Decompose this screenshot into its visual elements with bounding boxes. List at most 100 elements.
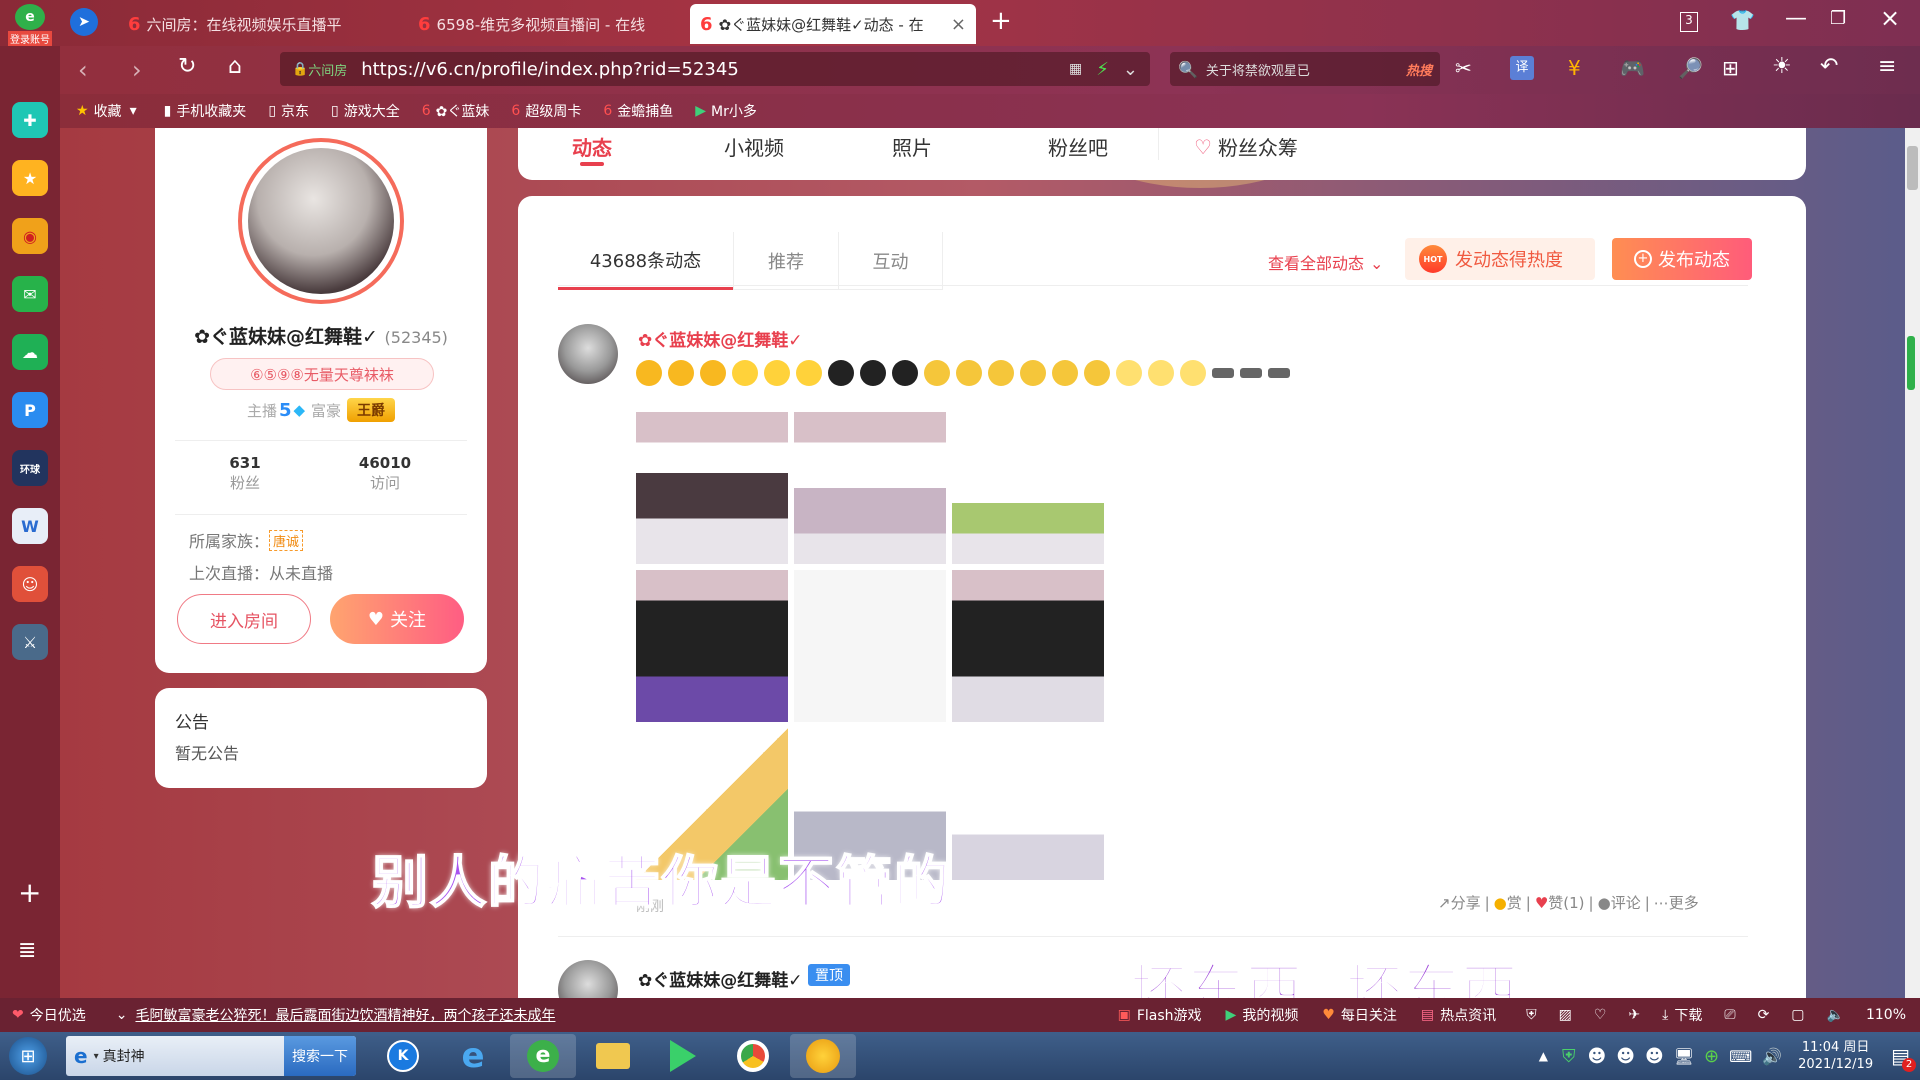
volume-icon[interactable]: 🔊 (1762, 1047, 1782, 1066)
scissors-icon[interactable]: ✂ (1455, 56, 1472, 80)
tab-count[interactable]: 3 (1680, 12, 1698, 32)
taskbar-ie-icon[interactable]: e (440, 1034, 506, 1078)
coupon-icon[interactable]: ¥ (1568, 56, 1581, 80)
shield-icon[interactable]: ⛨ (1526, 1007, 1537, 1023)
post-image[interactable] (636, 570, 788, 722)
qq-icon[interactable]: ☻ (1587, 1046, 1606, 1067)
qq-icon[interactable]: ☻ (1645, 1046, 1664, 1067)
hot-news-link[interactable]: 热点资讯 (1440, 1005, 1496, 1025)
taskbar-chrome-icon[interactable] (720, 1034, 786, 1078)
close-tab-icon[interactable]: × (951, 14, 966, 35)
family-badge[interactable]: 唐诚 (269, 529, 304, 551)
notification-center-icon[interactable]: ▤ 2 (1891, 1044, 1916, 1072)
enter-room-button[interactable]: 进入房间 (177, 594, 311, 644)
start-button[interactable]: ⊞ (0, 1032, 56, 1080)
download-link[interactable]: 下载 (1674, 1005, 1702, 1025)
new-tab-button[interactable]: + (990, 6, 1012, 36)
bookmark-weekly-card[interactable]: 6 超级周卡 (511, 101, 581, 121)
more-action[interactable]: ⋯更多 (1654, 892, 1699, 913)
add-tray-icon[interactable]: ⊕ (1704, 1046, 1719, 1067)
grid-apps-icon[interactable]: ⊞ (1722, 56, 1739, 80)
navigation-arrow-icon[interactable]: ➤ (70, 8, 98, 36)
network-icon[interactable]: 🖥 (1674, 1047, 1694, 1066)
minimize-button[interactable]: — (1785, 6, 1807, 31)
taskbar-app-icon[interactable] (790, 1034, 856, 1078)
reward-action[interactable]: ●赏 (1494, 892, 1522, 913)
hot-search-label[interactable]: 热搜 (1406, 60, 1432, 79)
comment-action[interactable]: ●评论 (1598, 892, 1641, 913)
post-image[interactable] (952, 728, 1104, 880)
plus-cross-icon[interactable]: ✚ (12, 102, 48, 138)
chevron-down-icon[interactable]: ⌄ (1123, 59, 1138, 80)
bookmark-profile[interactable]: 6 ✿ぐ蓝妹 (422, 101, 490, 121)
post-image[interactable] (636, 412, 788, 564)
volume-icon[interactable]: 🔈 (1827, 1007, 1844, 1023)
bookmark-favorites[interactable]: ★ 收藏 ▾ (76, 101, 142, 121)
tab-crowdfunding[interactable]: ♡ 粉丝众筹 (1194, 132, 1298, 161)
close-window-button[interactable]: × (1880, 4, 1900, 32)
post-author-name[interactable]: ✿ぐ蓝妹妹@红舞鞋✓ (638, 966, 803, 991)
bookmark-mr-xiaoduo[interactable]: ▶ Mr小多 (695, 101, 757, 121)
lightning-icon[interactable]: ⚡ (1096, 59, 1109, 80)
security-shield-icon[interactable]: ⛨ (1562, 1046, 1576, 1067)
cast-icon[interactable]: ⎚ (1724, 1007, 1735, 1023)
forward-button[interactable]: › (132, 56, 142, 84)
flash-games-link[interactable]: Flash游戏 (1137, 1005, 1202, 1025)
image-icon[interactable]: ▨ (1559, 1007, 1572, 1023)
bookmark-jd[interactable]: ▯ 京东 (268, 101, 309, 121)
feed-tab-all[interactable]: 43688条动态 (558, 232, 733, 290)
sidebar-list-icon[interactable]: ≣ (18, 938, 36, 963)
qq-icon[interactable]: ☻ (1616, 1046, 1635, 1067)
word-doc-icon[interactable]: W (12, 508, 48, 544)
visits-stat[interactable]: 46010 访问 (335, 454, 435, 493)
view-all-dropdown[interactable]: 查看全部动态 ⌄ (1268, 250, 1383, 274)
taskbar-browser-icon[interactable]: e (510, 1034, 576, 1078)
feed-tab-interaction[interactable]: 互动 (838, 232, 943, 290)
back-button[interactable]: ‹ (78, 56, 88, 84)
tab-liujianfang[interactable]: 6 六间房：在线视频娱乐直播平 (118, 4, 398, 44)
bookmark-games[interactable]: ▯ 游戏大全 (331, 101, 400, 121)
daily-link[interactable]: 每日关注 (1341, 1005, 1397, 1025)
warrior-game-icon[interactable]: ⚔ (12, 624, 48, 660)
weibo-icon[interactable]: ◉ (12, 218, 48, 254)
side-float-handle[interactable] (1907, 336, 1915, 390)
browser-logo[interactable]: e 登录账号 (6, 4, 54, 46)
tab-short-video[interactable]: 小视频 (724, 132, 784, 161)
tab-photos[interactable]: 照片 (892, 132, 932, 161)
undo-icon[interactable]: ↶ (1820, 54, 1838, 79)
tray-up-arrow-icon[interactable]: ▲ (1539, 1049, 1548, 1063)
post-image[interactable] (794, 412, 946, 564)
bookmark-fishing[interactable]: 6 金蟾捕鱼 (603, 101, 673, 121)
scrollbar-thumb[interactable] (1907, 146, 1918, 190)
restore-button[interactable]: ❐ (1830, 8, 1846, 29)
post-author-avatar[interactable] (558, 960, 618, 998)
refresh-icon[interactable]: ⟳ (1758, 1007, 1770, 1023)
page-scrollbar[interactable] (1905, 128, 1920, 998)
taskbar-video-player-icon[interactable] (650, 1034, 716, 1078)
avatar[interactable] (238, 138, 404, 304)
rocket-icon[interactable]: ✈ (1628, 1007, 1640, 1023)
ime-icon[interactable]: ⌨ (1729, 1047, 1752, 1066)
my-video-link[interactable]: 我的视频 (1242, 1005, 1298, 1025)
post-author-name[interactable]: ✿ぐ蓝妹妹@红舞鞋✓ (638, 326, 803, 351)
game-avatar-icon[interactable]: ☺ (12, 566, 48, 602)
post-image[interactable] (794, 570, 946, 722)
fans-stat[interactable]: 631 粉丝 (195, 454, 295, 493)
hot-post-button[interactable]: HOT 发动态得热度 (1405, 238, 1595, 280)
post-author-avatar[interactable] (558, 324, 618, 384)
skin-icon[interactable]: 👕 (1730, 8, 1755, 32)
health-icon[interactable]: ♡ (1594, 1007, 1607, 1023)
news-ticker[interactable]: 毛阿敏富豪老公猝死！最后露面街边饮酒精神好，两个孩子还未成年 (135, 1005, 555, 1025)
search-input[interactable]: 关于将禁欲观星已 (1206, 60, 1406, 79)
translate-button[interactable]: 译 (1510, 56, 1534, 80)
home-button[interactable]: ⌂ (228, 54, 242, 79)
ie-search-box[interactable]: e ▾ 真封神 搜索一下 (66, 1036, 356, 1076)
zoom-level[interactable]: 110% (1866, 1007, 1906, 1023)
today-pick[interactable]: 今日优选 (30, 1005, 86, 1025)
feed-tab-recommend[interactable]: 推荐 (733, 232, 838, 290)
tab-fan-club[interactable]: 粉丝吧 (1048, 132, 1108, 161)
address-bar[interactable]: 🔒 六间房 https://v6.cn/profile/index.php?ri… (280, 52, 1150, 86)
brightness-icon[interactable]: ☀ (1772, 54, 1792, 79)
search-go-button[interactable]: 搜索一下 (284, 1036, 356, 1076)
ie-search-text[interactable]: 真封神 (103, 1046, 284, 1066)
